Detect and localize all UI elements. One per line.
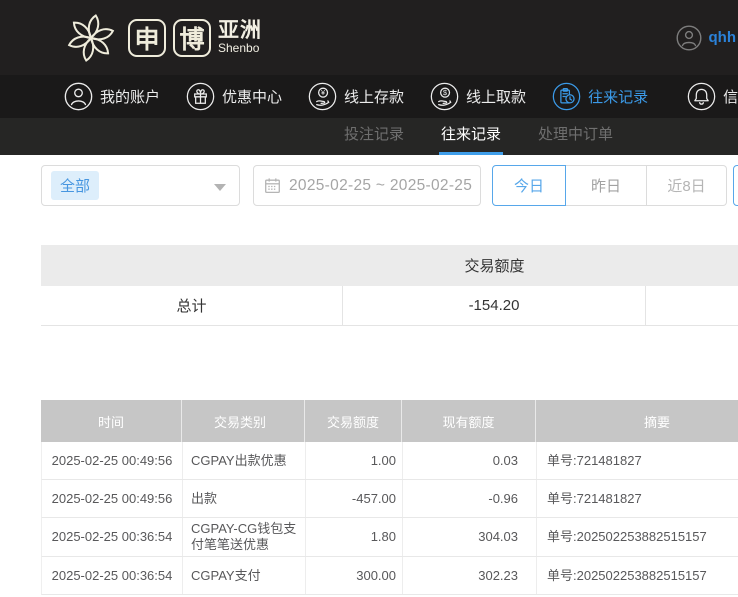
brand-region: 亚洲 Shenbo — [218, 20, 262, 55]
cell-amount: -457.00 — [306, 480, 403, 517]
summary-total-label: 总计 — [41, 286, 343, 325]
summary-header-amount: 交易额度 — [464, 258, 525, 275]
cell-time: 2025-02-25 00:36:54 — [42, 518, 183, 556]
cell-memo: 单号:202502253882515157 — [547, 567, 707, 583]
cell-category: CGPAY支付 — [183, 557, 306, 594]
gift-icon — [186, 82, 215, 111]
summary-total-row: 总计 -154.20 — [41, 286, 738, 326]
nav-item-messages[interactable]: 信 — [687, 82, 738, 111]
cell-balance: 304.03 — [403, 518, 537, 556]
flower-logo-icon — [67, 13, 115, 62]
table-row: 2025-02-25 00:36:54 CGPAY支付 300.00 302.2… — [41, 557, 738, 595]
nav-item-label: 信 — [723, 89, 738, 106]
nav-item-label: 我的账户 — [100, 89, 161, 106]
username-label: qhh — [708, 29, 737, 46]
withdraw-icon: $ — [430, 82, 459, 111]
cell-balance: 0.03 — [403, 442, 537, 479]
nav-item-label: 线上取款 — [466, 89, 527, 106]
table-row: 2025-02-25 00:49:56 出款 -457.00 -0.96 单号:… — [41, 480, 738, 518]
type-dropdown-value: 全部 — [51, 171, 100, 200]
deposit-icon: ¥ — [308, 82, 337, 111]
nav-item-label: 优惠中心 — [222, 89, 283, 106]
cell-balance: -0.96 — [403, 480, 537, 517]
user-icon — [64, 82, 93, 111]
nav-item-label: 线上存款 — [344, 89, 405, 106]
nav-item-transaction-records[interactable]: 往来记录 — [552, 82, 648, 111]
tab-transaction-records[interactable]: 往来记录 — [438, 118, 503, 155]
summary-total-value: -154.20 — [343, 286, 646, 325]
bell-icon — [687, 82, 716, 111]
nav-item-withdraw[interactable]: $ 线上取款 — [430, 82, 526, 111]
cell-category: 出款 — [183, 480, 306, 517]
top-header: 申 博 亚洲 Shenbo qhh — [0, 0, 738, 75]
table-row: 2025-02-25 00:49:56 CGPAY出款优惠 1.00 0.03 … — [41, 442, 738, 480]
main-navigation: 我的账户 优惠中心 ¥ 线上存款 $ 线上取款 往来记录 信 — [0, 75, 738, 118]
brand-subtitle: Shenbo — [218, 41, 260, 56]
records-header-row: 时间 交易类别 交易额度 现有额度 摘要 — [41, 400, 738, 442]
column-header-category: 交易类别 — [182, 400, 305, 442]
today-button[interactable]: 今日 — [492, 165, 566, 206]
tab-pending-orders[interactable]: 处理中订单 — [536, 118, 615, 155]
filter-row: 全部 2025-02-25 ~ 2025-02-25 今日 昨日 近8日 — [41, 165, 738, 206]
table-row: 2025-02-25 00:36:54 CGPAY-CG钱包支付笔笔送优惠 1.… — [41, 518, 738, 557]
user-account[interactable]: qhh — [675, 0, 737, 75]
brand-char-box: 博 — [173, 18, 211, 57]
cell-time: 2025-02-25 00:49:56 — [42, 442, 183, 479]
column-header-time: 时间 — [41, 400, 182, 442]
brand-logo[interactable]: 申 博 亚洲 Shenbo — [0, 10, 262, 66]
user-avatar-icon — [675, 24, 702, 51]
summary-header-row: 交易额度 — [41, 245, 738, 286]
cell-category: CGPAY-CG钱包支付笔笔送优惠 — [183, 518, 306, 556]
column-header-amount: 交易额度 — [305, 400, 402, 442]
records-table: 时间 交易类别 交易额度 现有额度 摘要 2025-02-25 00:49:56… — [41, 400, 738, 595]
last-8-days-button[interactable]: 近8日 — [647, 165, 727, 206]
nav-item-deposit[interactable]: ¥ 线上存款 — [308, 82, 404, 111]
nav-item-label: 往来记录 — [588, 89, 649, 106]
cell-memo: 单号:721481827 — [547, 452, 642, 468]
nav-item-my-account[interactable]: 我的账户 — [64, 82, 160, 111]
summary-table: 交易额度 总计 -154.20 — [41, 245, 738, 326]
cell-amount: 300.00 — [306, 557, 403, 594]
record-tabs: 投注记录 往来记录 处理中订单 — [0, 118, 738, 155]
date-range-input[interactable]: 2025-02-25 ~ 2025-02-25 — [253, 165, 481, 206]
yesterday-button[interactable]: 昨日 — [566, 165, 647, 206]
tab-betting-records[interactable]: 投注记录 — [342, 118, 406, 155]
type-dropdown[interactable]: 全部 — [41, 165, 240, 206]
nav-item-promotions[interactable]: 优惠中心 — [186, 82, 282, 111]
brand-char-1: 申 — [134, 25, 160, 54]
brand-char-2: 博 — [179, 25, 205, 54]
cell-amount: 1.80 — [306, 518, 403, 556]
cell-time: 2025-02-25 00:49:56 — [42, 480, 183, 517]
cell-time: 2025-02-25 00:36:54 — [42, 557, 183, 594]
calendar-icon — [265, 178, 280, 194]
brand-region-cn: 亚洲 — [218, 19, 262, 43]
cell-memo: 单号:202502253882515157 — [547, 529, 707, 544]
cell-memo: 单号:721481827 — [547, 490, 642, 506]
records-icon — [552, 82, 581, 111]
chevron-down-icon — [214, 184, 226, 191]
column-header-balance: 现有额度 — [402, 400, 536, 442]
cutoff-button-fragment[interactable] — [733, 165, 738, 206]
cell-category: CGPAY出款优惠 — [183, 442, 306, 479]
column-header-memo: 摘要 — [643, 414, 670, 430]
date-range-value: 2025-02-25 ~ 2025-02-25 — [289, 176, 473, 194]
quick-date-buttons: 今日 昨日 近8日 — [492, 165, 727, 206]
cell-balance: 302.23 — [403, 557, 537, 594]
brand-char-box: 申 — [128, 18, 166, 57]
cell-amount: 1.00 — [306, 442, 403, 479]
svg-text:$: $ — [443, 88, 447, 97]
